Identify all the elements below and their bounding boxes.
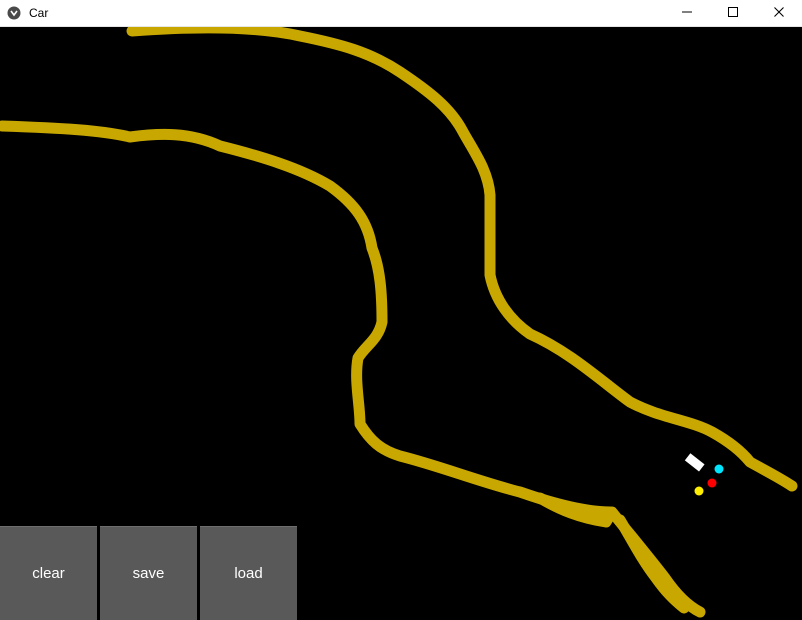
track-line-upper xyxy=(126,27,798,492)
window-title: Car xyxy=(29,6,49,20)
title-bar[interactable]: Car xyxy=(0,0,802,27)
track-line-branch-2 xyxy=(614,514,690,614)
close-icon xyxy=(774,7,784,17)
save-button[interactable]: save xyxy=(100,526,197,620)
app-window: Car clear save load xyxy=(0,0,802,620)
sensor-2 xyxy=(707,478,717,488)
sensor-3 xyxy=(694,486,704,496)
maximize-button[interactable] xyxy=(710,0,756,24)
minimize-icon xyxy=(682,11,692,13)
maximize-icon xyxy=(728,7,738,17)
window-controls xyxy=(664,0,802,27)
load-button[interactable]: load xyxy=(200,526,297,620)
toolbar: clear save load xyxy=(0,526,300,620)
car xyxy=(684,453,705,472)
clear-button[interactable]: clear xyxy=(0,526,97,620)
minimize-button[interactable] xyxy=(664,0,710,24)
close-button[interactable] xyxy=(756,0,802,24)
sensor-1 xyxy=(714,464,724,474)
kivy-app-icon xyxy=(6,5,22,21)
